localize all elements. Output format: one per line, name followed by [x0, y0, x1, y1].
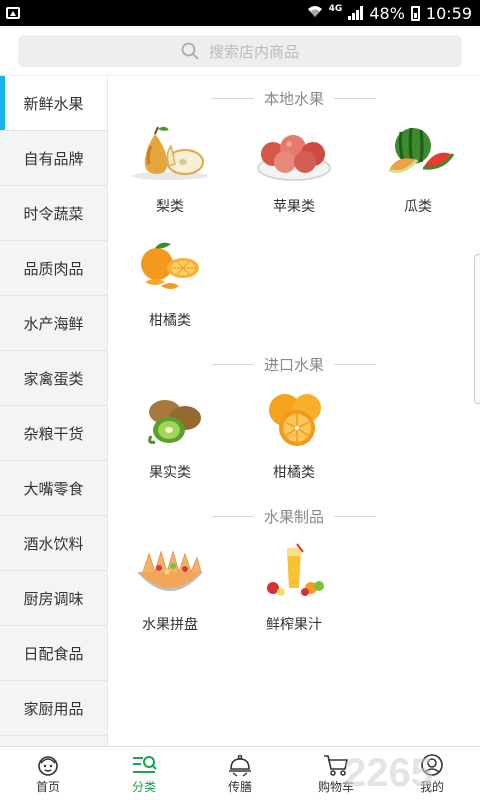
product-label: 柑橘类 [149, 313, 191, 329]
sidebar-item-drinks[interactable]: 酒水饮料 [0, 516, 107, 571]
nav-label: 我的 [419, 780, 444, 794]
sidebar-item-seasonal-vegetables[interactable]: 时令蔬菜 [0, 186, 107, 241]
section-title-text: 进口水果 [263, 356, 324, 374]
product-tile-kiwi[interactable]: 果实类 [108, 390, 232, 482]
sidebar-item-label: 厨房调味 [23, 589, 84, 608]
sidebar-item-label: 新鲜水果 [23, 94, 84, 113]
user-icon [420, 752, 444, 778]
sidebar-item-seafood[interactable]: 水产海鲜 [0, 296, 107, 351]
product-tile-fruit-platter[interactable]: 水果拼盘 [108, 542, 232, 634]
sidebar-item-quality-meat[interactable]: 品质肉品 [0, 241, 107, 296]
product-tile-fresh-juice[interactable]: 鲜榨果汁 [232, 542, 356, 634]
sidebar-item-label: 酒水饮料 [23, 534, 84, 553]
nav-label: 购物车 [317, 780, 354, 794]
kiwi-icon [125, 390, 215, 450]
melon-icon [373, 124, 463, 184]
sidebar-item-poultry-eggs[interactable]: 家禽蛋类 [0, 351, 107, 406]
wifi-icon [307, 4, 323, 22]
sidebar-item-label: 大嘴零食 [23, 479, 84, 498]
sidebar-item-label: 品质肉品 [23, 259, 84, 278]
product-tile-pear[interactable]: 梨类 [108, 124, 232, 216]
category-icon [131, 752, 157, 778]
sidebar-item-label: 日配食品 [23, 644, 84, 663]
nav-serve[interactable]: 传膳 [192, 747, 288, 800]
search-placeholder: 搜索店内商品 [208, 42, 299, 61]
product-label: 瓜类 [404, 199, 432, 215]
sidebar-item-label: 自有品牌 [23, 149, 84, 168]
signal-icon [348, 6, 364, 20]
section-title-imported-fruit: 进口水果 [108, 354, 480, 375]
fruit-platter-icon [125, 542, 215, 602]
nav-home[interactable]: 首页 [0, 747, 96, 800]
product-label: 梨类 [156, 199, 184, 215]
status-bar: 4G 48% 10:59 [0, 0, 480, 26]
sidebar-item-label: 家厨用品 [23, 699, 84, 718]
sidebar-item-grains-dry-goods[interactable]: 杂粮干货 [0, 406, 107, 461]
product-label: 柑橘类 [273, 465, 315, 481]
product-tile-citrus[interactable]: 柑橘类 [108, 238, 232, 330]
network-type: 4G [328, 4, 343, 14]
sidebar-item-own-brand[interactable]: 自有品牌 [0, 131, 107, 186]
clock: 10:59 [425, 3, 472, 23]
sidebar-item-label: 家禽蛋类 [23, 369, 84, 388]
juice-icon [249, 542, 339, 602]
nav-cart[interactable]: 购物车 [288, 747, 384, 800]
citrus-icon [125, 238, 215, 298]
sidebar-item-label: 杂粮干货 [23, 424, 84, 443]
search-icon [181, 42, 199, 60]
search-bar: 搜索店内商品 [0, 26, 480, 76]
nav-label: 分类 [131, 780, 156, 794]
sidebar-item-snacks[interactable]: 大嘴零食 [0, 461, 107, 516]
battery-icon [410, 5, 420, 21]
product-label: 鲜榨果汁 [266, 617, 322, 633]
orange-icon [249, 390, 339, 450]
search-input[interactable]: 搜索店内商品 [18, 35, 462, 67]
home-face-icon [36, 752, 60, 778]
cloche-icon [227, 752, 253, 778]
nav-category[interactable]: 分类 [96, 747, 192, 800]
product-tile-imported-citrus[interactable]: 柑橘类 [232, 390, 356, 482]
product-label: 水果拼盘 [142, 617, 198, 633]
sidebar-item-label: 时令蔬菜 [23, 204, 84, 223]
nav-mine[interactable]: 我的 [384, 747, 480, 800]
sidebar-item-fresh-fruit[interactable]: 新鲜水果 [0, 76, 107, 131]
category-sidebar: 新鲜水果 自有品牌 时令蔬菜 品质肉品 水产海鲜 家禽蛋类 杂粮干货 大嘴零食 … [0, 76, 108, 746]
bottom-navigation: 首页 分类 传膳 购物车 我的 [0, 746, 480, 800]
section-title-fruit-products: 水果制品 [108, 506, 480, 527]
category-content: 本地水果 梨类 苹果类 瓜类 柑橘类 进口水果 果实类 柑橘类 水果制品 水果拼… [108, 76, 480, 746]
apple-icon [249, 124, 339, 184]
battery-percent: 48% [369, 3, 405, 23]
section-title-local-fruit: 本地水果 [108, 88, 480, 109]
product-label: 苹果类 [273, 199, 315, 215]
section-title-text: 水果制品 [263, 508, 324, 526]
pear-icon [125, 124, 215, 184]
product-tile-melon[interactable]: 瓜类 [356, 124, 480, 216]
gallery-notification-icon [6, 7, 20, 19]
nav-label: 首页 [35, 780, 60, 794]
sidebar-item-seasonings[interactable]: 厨房调味 [0, 571, 107, 626]
product-tile-apple[interactable]: 苹果类 [232, 124, 356, 216]
cart-icon [323, 752, 349, 778]
section-title-text: 本地水果 [263, 90, 324, 108]
side-drawer-handle[interactable] [474, 254, 480, 404]
nav-label: 传膳 [227, 780, 252, 794]
sidebar-item-kitchenware[interactable]: 家厨用品 [0, 681, 107, 736]
sidebar-item-label: 水产海鲜 [23, 314, 84, 333]
sidebar-item-daily-food[interactable]: 日配食品 [0, 626, 107, 681]
product-label: 果实类 [149, 465, 191, 481]
